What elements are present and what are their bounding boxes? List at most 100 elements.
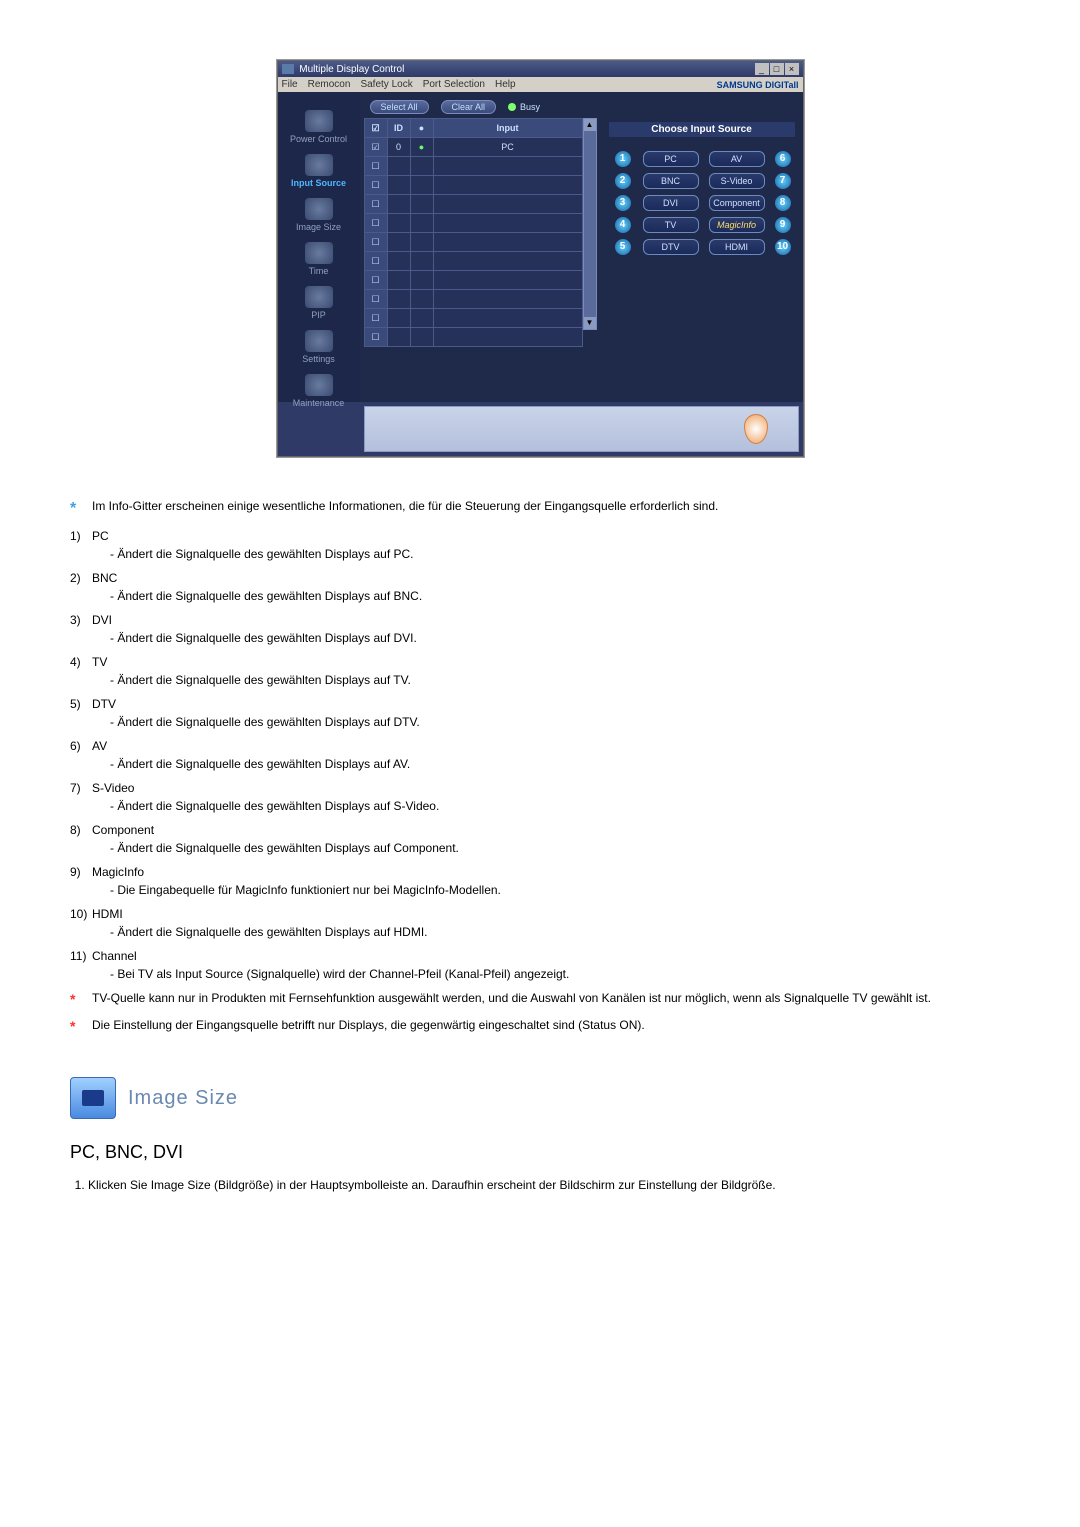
col-check[interactable]: ☑ [364,119,387,138]
document-body: * Im Info-Gitter erscheinen einige wesen… [70,497,1010,1194]
window-controls[interactable]: _□× [754,63,799,75]
item-title: Component [92,821,1010,839]
src-tv-button[interactable]: TV [643,217,699,233]
item-desc: - Bei TV als Input Source (Signalquelle)… [110,965,1010,983]
busy-dot-icon [508,103,516,111]
section-subtitle: PC, BNC, DVI [70,1139,1010,1166]
src-dvi-button[interactable]: DVI [643,195,699,211]
imagesize-section-icon [70,1077,116,1119]
maintenance-icon [305,374,333,396]
table-row[interactable]: ☐ [364,214,582,233]
item-number: 3) [70,613,81,627]
step-1: Klicken Sie Image Size (Bildgröße) in de… [88,1176,1010,1194]
table-row[interactable]: ☐ [364,290,582,309]
src-dtv-button[interactable]: DTV [643,239,699,255]
info-grid: ☑ ID ● Input ☑ 0 ● PC ☐ ☐ ☐ ☐ ☐ [364,118,583,347]
item-title: MagicInfo [92,863,1010,881]
badge-9: 9 [775,217,791,233]
col-id: ID [387,119,410,138]
item-title: HDMI [92,905,1010,923]
status-strip [364,406,799,452]
clear-all-button[interactable]: Clear All [441,100,497,114]
item-desc: - Ändert die Signalquelle des gewählten … [110,713,1010,731]
item-number: 1) [70,529,81,543]
src-hdmi-button[interactable]: HDMI [709,239,765,255]
pip-icon [305,286,333,308]
close-icon[interactable]: × [785,63,799,75]
item-number: 8) [70,823,81,837]
menu-help[interactable]: Help [495,79,516,90]
grid-scrollbar[interactable]: ▲ ▼ [583,118,597,330]
table-row[interactable]: ☐ [364,233,582,252]
item-title: Channel [92,947,1010,965]
item-number: 5) [70,697,81,711]
sidebar-item-power[interactable]: Power Control [278,110,360,144]
table-row[interactable]: ☑ 0 ● PC [364,138,582,157]
sidebar-item-maintenance[interactable]: Maintenance [278,374,360,408]
menu-portselection[interactable]: Port Selection [423,79,485,90]
select-all-button[interactable]: Select All [370,100,429,114]
table-row[interactable]: ☐ [364,157,582,176]
table-row[interactable]: ☐ [364,271,582,290]
item-desc: - Ändert die Signalquelle des gewählten … [110,839,1010,857]
status-dot-icon: ● [410,138,433,157]
item-desc: - Die Eingabequelle für MagicInfo funkti… [110,881,1010,899]
item-desc: - Ändert die Signalquelle des gewählten … [110,755,1010,773]
src-component-button[interactable]: Component [709,195,765,211]
table-row[interactable]: ☐ [364,252,582,271]
sidebar-item-time[interactable]: Time [278,242,360,276]
sidebar-item-input[interactable]: Input Source [278,154,360,188]
intro-note: Im Info-Gitter erscheinen einige wesentl… [92,497,1010,521]
app-icon [282,64,294,74]
item-desc: - Ändert die Signalquelle des gewählten … [110,587,1010,605]
section-title: Image Size [128,1083,238,1113]
app-window: Multiple Display Control _□× File Remoco… [277,60,804,457]
scroll-up-icon[interactable]: ▲ [584,119,596,131]
table-row[interactable]: ☐ [364,309,582,328]
menu-remocon[interactable]: Remocon [308,79,351,90]
row-check[interactable]: ☑ [364,138,387,157]
item-number: 2) [70,571,81,585]
item-title: S-Video [92,779,1010,797]
red-star-icon: * [70,991,75,1007]
item-number: 9) [70,865,81,879]
menu-file[interactable]: File [282,79,298,90]
badge-8: 8 [775,195,791,211]
badge-4: 4 [615,217,631,233]
main-area: Select All Clear All Busy ☑ ID ● Input ☑… [360,92,803,402]
table-row[interactable]: ☐ [364,195,582,214]
sidebar-item-settings[interactable]: Settings [278,330,360,364]
maximize-icon[interactable]: □ [770,63,784,75]
menubar: File Remocon Safety Lock Port Selection … [278,77,803,92]
titlebar[interactable]: Multiple Display Control _□× [278,61,803,77]
item-number: 11) [70,949,86,963]
src-magicinfo-button[interactable]: MagicInfo [709,217,765,233]
warning-icon [744,414,768,444]
item-desc: - Ändert die Signalquelle des gewählten … [110,545,1010,563]
item-desc: - Ändert die Signalquelle des gewählten … [110,923,1010,941]
badge-5: 5 [615,239,631,255]
imagesize-icon [305,198,333,220]
badge-2: 2 [615,173,631,189]
item-number: 6) [70,739,81,753]
sidebar-item-imagesize[interactable]: Image Size [278,198,360,232]
menu-safetylock[interactable]: Safety Lock [360,79,412,90]
minimize-icon[interactable]: _ [755,63,769,75]
src-bnc-button[interactable]: BNC [643,173,699,189]
src-svideo-button[interactable]: S-Video [709,173,765,189]
footnote-2: Die Einstellung der Eingangsquelle betri… [92,1016,1010,1037]
badge-6: 6 [775,151,791,167]
settings-icon [305,330,333,352]
item-number: 4) [70,655,81,669]
brand-logo: SAMSUNG DIGITall [717,80,799,90]
table-row[interactable]: ☐ [364,176,582,195]
src-pc-button[interactable]: PC [643,151,699,167]
item-number: 10) [70,907,87,921]
table-row[interactable]: ☐ [364,328,582,347]
src-av-button[interactable]: AV [709,151,765,167]
item-title: DTV [92,695,1010,713]
scroll-down-icon[interactable]: ▼ [584,317,596,329]
power-icon [305,110,333,132]
sidebar: Power Control Input Source Image Size Ti… [278,92,360,402]
sidebar-item-pip[interactable]: PIP [278,286,360,320]
